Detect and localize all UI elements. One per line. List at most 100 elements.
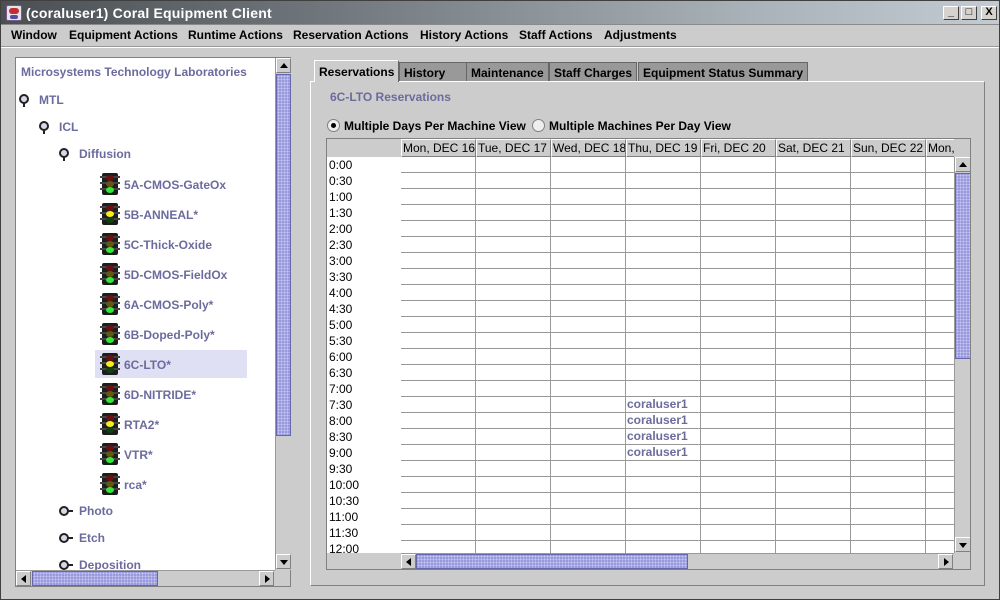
reservation-cell[interactable]: [851, 253, 926, 269]
tree-node-5a-cmos-gateox[interactable]: 5A-CMOS-GateOx: [95, 170, 247, 198]
menu-equipment-actions[interactable]: Equipment Actions: [69, 28, 178, 42]
reservation-cell[interactable]: [401, 413, 476, 429]
reservation-cell[interactable]: [776, 525, 851, 541]
reservation-cell[interactable]: [701, 237, 776, 253]
reservation-cell[interactable]: [626, 301, 701, 317]
reservation-cell[interactable]: [776, 237, 851, 253]
reservation-cell[interactable]: [476, 205, 551, 221]
tree-node-rca[interactable]: rca*: [95, 470, 247, 498]
reservation-cell[interactable]: [926, 445, 954, 461]
reservation-cell[interactable]: [776, 189, 851, 205]
tree-hscroll-thumb[interactable]: [32, 571, 158, 586]
reservation-cell[interactable]: [476, 173, 551, 189]
reservation-cell[interactable]: [626, 173, 701, 189]
reservation-cell[interactable]: [776, 173, 851, 189]
table-scroll-up-button[interactable]: [955, 157, 970, 172]
reservation-cell-booked[interactable]: coraluser1: [626, 445, 701, 461]
reservation-cell[interactable]: [776, 269, 851, 285]
reservation-cell[interactable]: [926, 493, 954, 509]
reservation-cell[interactable]: [476, 365, 551, 381]
reservation-cell[interactable]: [401, 221, 476, 237]
reservation-cell[interactable]: [401, 493, 476, 509]
reservation-cell[interactable]: [926, 189, 954, 205]
reservation-cell[interactable]: [701, 509, 776, 525]
reservation-cell[interactable]: [851, 525, 926, 541]
reservation-cell[interactable]: [401, 285, 476, 301]
reservation-cell[interactable]: [401, 461, 476, 477]
title-bar[interactable]: (coraluser1) Coral Equipment Client _ □ …: [1, 1, 999, 25]
reservation-cell[interactable]: [926, 157, 954, 173]
reservation-cell[interactable]: [776, 365, 851, 381]
reservation-cell[interactable]: [851, 285, 926, 301]
reservation-cell[interactable]: [851, 205, 926, 221]
reservation-cell[interactable]: [776, 157, 851, 173]
reservation-cell[interactable]: [851, 333, 926, 349]
reservation-cell[interactable]: [776, 493, 851, 509]
reservation-cell[interactable]: [476, 509, 551, 525]
reservation-cell[interactable]: [851, 509, 926, 525]
reservation-cell[interactable]: [701, 493, 776, 509]
reservation-cell[interactable]: [851, 493, 926, 509]
reservation-cell[interactable]: [776, 461, 851, 477]
reservation-cell[interactable]: [476, 397, 551, 413]
reservation-cell[interactable]: [551, 397, 626, 413]
reservation-cell[interactable]: [401, 173, 476, 189]
reservation-cell[interactable]: [551, 541, 626, 553]
reservation-cell[interactable]: [551, 301, 626, 317]
tree-vscroll-thumb[interactable]: [276, 74, 291, 436]
reservation-cell[interactable]: [476, 429, 551, 445]
tree-node-icl[interactable]: ICL: [39, 115, 239, 139]
column-header-cell[interactable]: Sat, DEC 21: [776, 139, 851, 157]
reservation-cell[interactable]: [551, 269, 626, 285]
menu-history-actions[interactable]: History Actions: [420, 28, 508, 42]
reservation-cell[interactable]: [551, 429, 626, 445]
reservation-cell[interactable]: [401, 237, 476, 253]
reservation-cell[interactable]: [776, 413, 851, 429]
reservation-cell[interactable]: [701, 285, 776, 301]
reservation-cell[interactable]: [551, 157, 626, 173]
reservation-cell[interactable]: [476, 381, 551, 397]
reservation-cell[interactable]: [701, 253, 776, 269]
minimize-button[interactable]: _: [943, 6, 959, 20]
reservation-cell[interactable]: [851, 269, 926, 285]
reservation-cell[interactable]: [776, 333, 851, 349]
reservation-cell[interactable]: [776, 221, 851, 237]
reservation-cell[interactable]: [776, 445, 851, 461]
reservation-cell[interactable]: [551, 525, 626, 541]
reservation-cell[interactable]: [551, 285, 626, 301]
reservation-cell[interactable]: [701, 269, 776, 285]
reservation-cell[interactable]: [926, 237, 954, 253]
reservation-cell[interactable]: [926, 173, 954, 189]
menu-adjustments[interactable]: Adjustments: [604, 28, 677, 42]
reservation-cell[interactable]: [776, 205, 851, 221]
reservation-cell[interactable]: [476, 445, 551, 461]
reservation-cell[interactable]: [701, 221, 776, 237]
reservation-cell[interactable]: [851, 445, 926, 461]
tab-staff-charges[interactable]: Staff Charges: [549, 62, 638, 82]
reservation-cell[interactable]: [476, 349, 551, 365]
menu-staff-actions[interactable]: Staff Actions: [519, 28, 593, 42]
reservation-cell[interactable]: [926, 221, 954, 237]
table-vertical-scrollbar[interactable]: [954, 157, 970, 553]
reservation-cell[interactable]: [401, 509, 476, 525]
reservation-cell[interactable]: [926, 461, 954, 477]
reservation-cell[interactable]: [926, 285, 954, 301]
reservation-cell[interactable]: [626, 269, 701, 285]
reservation-cell[interactable]: [476, 285, 551, 301]
reservation-cell[interactable]: [851, 189, 926, 205]
reservation-cell[interactable]: [401, 253, 476, 269]
reservation-cell[interactable]: [476, 301, 551, 317]
reservation-cell[interactable]: [776, 253, 851, 269]
reservation-cell[interactable]: [926, 525, 954, 541]
reservation-cell[interactable]: [551, 189, 626, 205]
reservation-cell[interactable]: [626, 333, 701, 349]
reservation-cell[interactable]: [701, 541, 776, 553]
tree-node-5d-cmos-fieldox[interactable]: 5D-CMOS-FieldOx: [95, 260, 247, 288]
reservation-cell[interactable]: [776, 285, 851, 301]
reservation-cell[interactable]: [926, 333, 954, 349]
reservation-cell[interactable]: [626, 541, 701, 553]
reservation-cell[interactable]: [551, 205, 626, 221]
tree-node-deposition[interactable]: Deposition: [59, 553, 259, 570]
reservation-cell[interactable]: [551, 173, 626, 189]
tree-node-vtr[interactable]: VTR*: [95, 440, 247, 468]
